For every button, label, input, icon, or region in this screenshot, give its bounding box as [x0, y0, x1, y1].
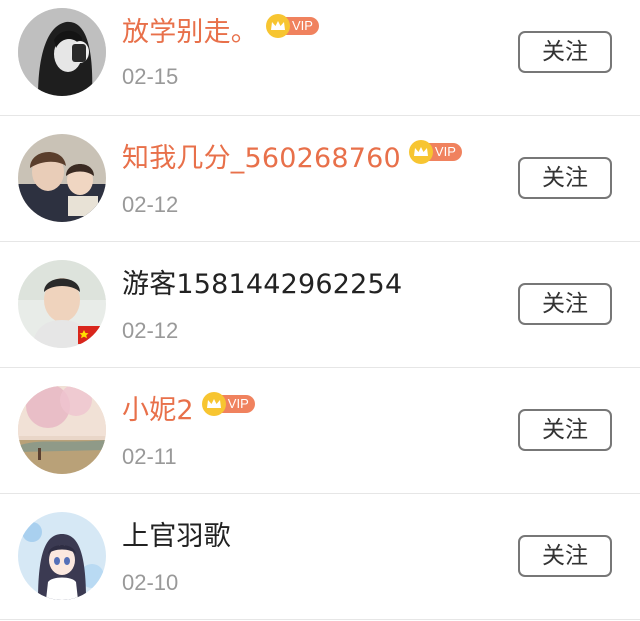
avatar-anime-girl-icon [18, 512, 106, 600]
follow-button[interactable]: 关注 [518, 535, 612, 577]
name-line: 放学别走。 VIP [122, 14, 319, 50]
list-item[interactable]: 小妮2 VIP 02-11 关注 [0, 368, 640, 494]
list-item[interactable]: 知我几分_560268760 VIP 02-12 关注 [0, 116, 640, 242]
user-name[interactable]: 知我几分_560268760 [122, 142, 401, 176]
name-line: 知我几分_560268760 VIP [122, 140, 462, 176]
avatar[interactable] [18, 386, 106, 474]
follow-date: 02-15 [122, 64, 179, 89]
follow-date: 02-12 [122, 318, 179, 343]
follow-date: 02-12 [122, 192, 179, 217]
follow-button[interactable]: 关注 [518, 157, 612, 199]
avatar[interactable] [18, 512, 106, 600]
crown-icon [266, 14, 290, 38]
name-line: 小妮2 VIP [122, 392, 255, 428]
vip-badge: VIP [408, 140, 462, 164]
follow-button[interactable]: 关注 [518, 31, 612, 73]
crown-icon [201, 392, 226, 416]
user-name[interactable]: 上官羽歌 [122, 520, 231, 554]
user-name[interactable]: 放学别走。 [122, 16, 258, 50]
avatar-girl-bw-icon [18, 8, 106, 96]
list-item[interactable]: 上官羽歌 02-10 关注 [0, 494, 640, 620]
vip-badge: VIP [266, 14, 319, 38]
user-name[interactable]: 小妮2 [122, 394, 194, 428]
name-line: 上官羽歌 [122, 520, 231, 554]
list-item[interactable]: 放学别走。 VIP 02-15 关注 [0, 0, 640, 116]
avatar-boy-flag-icon [18, 260, 106, 348]
avatar[interactable] [18, 260, 106, 348]
crown-icon [408, 140, 433, 164]
avatar[interactable] [18, 8, 106, 96]
follow-date: 02-11 [122, 444, 177, 469]
avatar[interactable] [18, 134, 106, 222]
user-name[interactable]: 游客1581442962254 [122, 268, 402, 302]
follow-button[interactable]: 关注 [518, 283, 612, 325]
name-line: 游客1581442962254 [122, 268, 402, 302]
follow-list: 放学别走。 VIP 02-15 关注 知我几分_560268760 VIP 02… [0, 0, 640, 621]
avatar-blossom-landscape-icon [18, 386, 106, 474]
list-item[interactable]: 游客1581442962254 02-12 关注 [0, 242, 640, 368]
avatar-two-boys-icon [18, 134, 106, 222]
vip-badge: VIP [201, 392, 255, 416]
follow-button[interactable]: 关注 [518, 409, 612, 451]
follow-date: 02-10 [122, 570, 179, 595]
